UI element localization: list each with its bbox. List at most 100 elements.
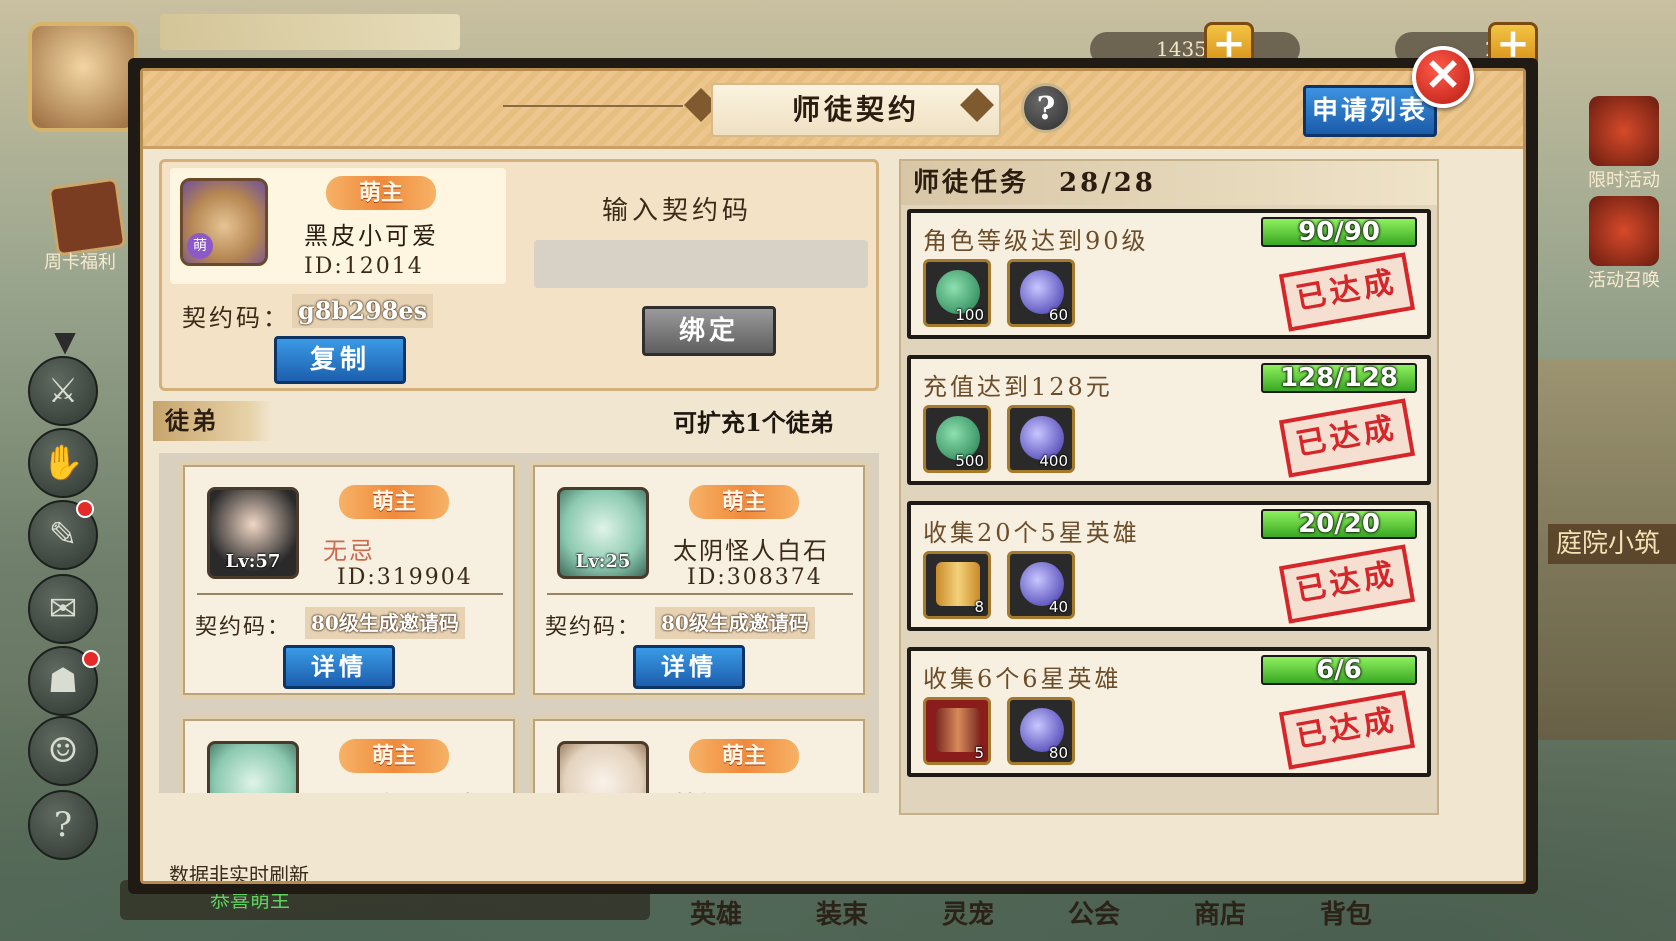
- task-progress-bar: 90/90: [1261, 217, 1417, 247]
- notification-dot: [76, 500, 94, 518]
- reward-item[interactable]: 8: [923, 551, 991, 619]
- input-code-label: 输入契约码: [602, 196, 753, 226]
- completed-stamp: 已达成: [1278, 398, 1416, 478]
- apprentice-list: Lv:57 萌主 无忌 ID:319904 契约码： 80级生成邀请码 详情 L…: [159, 453, 879, 793]
- event-summon-entry[interactable]: 活动召唤: [1572, 196, 1676, 292]
- courtyard-label[interactable]: 庭院小筑: [1548, 524, 1676, 564]
- completed-stamp: 已达成: [1278, 544, 1416, 624]
- apprentice-vip-badge: 萌主: [339, 739, 449, 773]
- progress-text: 128/128: [1279, 363, 1399, 393]
- reward-item[interactable]: 500: [923, 405, 991, 473]
- notification-dot: [82, 650, 100, 668]
- nav-heroes[interactable]: 英雄: [690, 894, 742, 931]
- handshake-icon[interactable]: ✋: [28, 428, 98, 498]
- apprentice-name: 太阴怪人白石: [673, 537, 829, 565]
- mail-icon[interactable]: ✉: [28, 574, 98, 644]
- my-contract-code: g8b298es: [292, 294, 434, 328]
- reward-item[interactable]: 60: [1007, 259, 1075, 327]
- apprentices-title: 徒弟: [153, 401, 273, 441]
- title-line-left: [503, 105, 683, 107]
- task-name: 角色等级达到90级: [923, 227, 1149, 255]
- mentor-contract-dialog: 师徒契约 ? 申请列表 萌 萌主 黑皮小可爱 ID:12014 契约码： g8b…: [128, 58, 1538, 894]
- reward-qty: 40: [1048, 598, 1068, 616]
- apprentice-code: 80级生成邀请码: [655, 607, 815, 639]
- nav-pets[interactable]: 灵宠: [942, 894, 994, 931]
- cute-badge-icon: 萌: [187, 233, 213, 259]
- nav-outfits[interactable]: 装束: [816, 894, 868, 931]
- reward-item[interactable]: 80: [1007, 697, 1075, 765]
- task-progress-bar: 20/20: [1261, 509, 1417, 539]
- dialog-header: 师徒契约 ? 申请列表: [143, 71, 1523, 149]
- apprentice-code: 80级生成邀请码: [305, 607, 465, 639]
- apprentice-vip-badge: 萌主: [689, 485, 799, 519]
- my-code-label: 契约码：: [182, 304, 290, 332]
- reward-qty: 80: [1048, 744, 1068, 762]
- apprentice-avatar: [557, 741, 649, 793]
- reward-item[interactable]: 5: [923, 697, 991, 765]
- apprentice-vip-badge: 萌主: [689, 739, 799, 773]
- task-header: 师徒任务 28/28: [901, 161, 1437, 205]
- copy-button[interactable]: 复制: [274, 336, 406, 384]
- reward-item[interactable]: 400: [1007, 405, 1075, 473]
- task-title: 师徒任务: [913, 168, 1030, 198]
- limited-event-label: 限时活动: [1588, 170, 1660, 191]
- task-progress-bar: 6/6: [1261, 655, 1417, 685]
- apprentice-level: Lv:25: [575, 551, 631, 572]
- dialog-title: 师徒契约: [711, 83, 1001, 137]
- my-vip-badge: 萌主: [326, 176, 436, 210]
- my-avatar: 萌: [180, 178, 268, 266]
- task-name: 收集20个5星英雄: [923, 519, 1140, 547]
- battle-icon[interactable]: ⚔: [28, 356, 98, 426]
- apprentice-card: Lv:25 萌主 太阴怪人白石 ID:308374 契约码： 80级生成邀请码 …: [529, 461, 869, 699]
- my-id: ID:12014: [304, 254, 424, 279]
- help-button[interactable]: ?: [1021, 83, 1071, 133]
- limited-event-entry[interactable]: 限时活动: [1572, 96, 1676, 192]
- task-progress-bar: 128/128: [1261, 363, 1417, 393]
- apprentice-id: ID:308374: [687, 565, 823, 590]
- close-button[interactable]: ✕: [1412, 46, 1474, 108]
- reward-qty: 100: [955, 306, 984, 324]
- contract-code-input[interactable]: [534, 240, 868, 288]
- limited-event-icon: [1589, 96, 1659, 166]
- my-name: 黑皮小可爱: [304, 222, 439, 250]
- reward-qty: 500: [955, 452, 984, 470]
- apprentice-level: Lv:57: [225, 551, 281, 572]
- mentor-task-panel: 师徒任务 28/28 角色等级达到90级 90/90 100 60 已达成 充值…: [899, 159, 1439, 815]
- nav-guild[interactable]: 公会: [1068, 894, 1120, 931]
- data-refresh-note: 数据非实时刷新: [169, 863, 309, 884]
- card-divider: [547, 593, 853, 595]
- task-name: 收集6个6星英雄: [923, 665, 1122, 693]
- help-icon[interactable]: ?: [28, 790, 98, 860]
- apprentice-avatar: [207, 741, 299, 793]
- my-contract-panel: 萌 萌主 黑皮小可爱 ID:12014 契约码： g8b298es 复制 输入契…: [159, 159, 879, 391]
- event-summon-label: 活动召唤: [1588, 270, 1660, 291]
- detail-button[interactable]: 详情: [633, 645, 745, 689]
- reward-item[interactable]: 40: [1007, 551, 1075, 619]
- detail-button[interactable]: 详情: [283, 645, 395, 689]
- qq-icon[interactable]: ☺: [28, 716, 98, 786]
- nav-shop[interactable]: 商店: [1194, 894, 1246, 931]
- reward-qty: 60: [1048, 306, 1068, 324]
- apprentice-code-label: 契约码：: [195, 615, 292, 640]
- nav-backpack[interactable]: 背包: [1320, 894, 1372, 931]
- task-name: 充值达到128元: [923, 373, 1113, 401]
- event-summon-icon: [1589, 196, 1659, 266]
- bind-button[interactable]: 绑定: [642, 306, 776, 356]
- task-card: 角色等级达到90级 90/90 100 60 已达成: [907, 209, 1431, 339]
- bottom-nav: 英雄 装束 灵宠 公会 商店 背包: [690, 890, 1410, 940]
- chevron-down-icon[interactable]: ▼: [48, 328, 82, 356]
- reward-qty: 8: [974, 598, 984, 616]
- completed-stamp: 已达成: [1278, 690, 1416, 770]
- apprentice-name: 北斗真君周伟: [323, 785, 479, 793]
- progress-text: 20/20: [1298, 509, 1380, 539]
- apprentice-name: 林轩: [673, 785, 725, 793]
- player-avatar[interactable]: [28, 22, 138, 132]
- reward-item[interactable]: 100: [923, 259, 991, 327]
- weekly-card-icon[interactable]: [47, 177, 127, 257]
- progress-text: 6/6: [1316, 655, 1362, 685]
- completed-stamp: 已达成: [1278, 252, 1416, 332]
- apprentice-vip-badge: 萌主: [339, 485, 449, 519]
- progress-text: 90/90: [1298, 217, 1380, 247]
- player-name-banner: [160, 14, 460, 50]
- task-card: 充值达到128元 128/128 500 400 已达成: [907, 355, 1431, 485]
